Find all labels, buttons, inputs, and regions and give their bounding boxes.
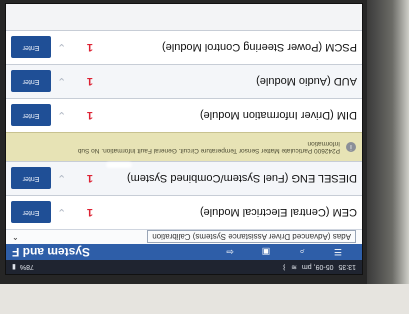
- calibration-row[interactable]: Adas (Advanced Driver Assistance Systems…: [6, 229, 362, 244]
- module-name: DIESEL ENG (Fuel System/Combined System): [126, 172, 357, 185]
- chevron-down-icon[interactable]: ⌄: [57, 172, 66, 185]
- chevron-down-icon[interactable]: ⌄: [57, 109, 66, 122]
- wifi-icon: ≋: [291, 263, 297, 270]
- time-text: 13:35: [338, 263, 356, 271]
- module-row[interactable]: DIESEL ENG (Fuel System/Combined System)…: [6, 161, 362, 195]
- module-name: PSCM (Power Steering Control Module): [161, 41, 357, 54]
- back-icon[interactable]: ⇦: [212, 246, 248, 258]
- chevron-up-icon[interactable]: ⌃: [12, 233, 19, 242]
- module-status: 1 ⌄: [57, 75, 93, 88]
- enter-button[interactable]: Enter: [11, 201, 51, 224]
- module-name: CEM (Central Electrical Module): [199, 206, 357, 219]
- status-bar: 13:35 05-09, pm ≋ ᛒ 78% ▮: [6, 260, 362, 274]
- module-row[interactable]: AUD (Audio Module) 1 ⌄ Enter: [6, 64, 362, 98]
- module-status: 1 ⌄: [57, 109, 93, 122]
- fault-text: P242600 Particulate Matter Sensor Temper…: [77, 147, 340, 154]
- search-icon[interactable]: ⌕: [284, 246, 320, 258]
- module-name: DIM (Driver Information Module): [199, 109, 357, 122]
- device-screen: 13:35 05-09, pm ≋ ᛒ 78% ▮ ☰ ⌕ ▣ ⇦ System…: [6, 4, 362, 274]
- battery-icon: ▮: [12, 263, 16, 270]
- module-row[interactable]: PSCM (Power Steering Control Module) 1 ⌄…: [6, 30, 362, 64]
- page-title: System and F: [12, 245, 91, 259]
- chevron-down-icon[interactable]: ⌄: [57, 41, 66, 54]
- fault-subtext: Information: [307, 140, 340, 147]
- menu-icon[interactable]: ☰: [320, 246, 356, 258]
- info-icon: i: [346, 142, 356, 152]
- enter-button[interactable]: Enter: [11, 36, 51, 59]
- calibration-label: Adas (Advanced Driver Assistance Systems…: [147, 230, 356, 244]
- toolbar: ☰ ⌕ ▣ ⇦ System and F: [6, 244, 362, 260]
- chevron-down-icon[interactable]: ⌄: [57, 75, 66, 88]
- date-text: 05-09, pm: [301, 263, 334, 271]
- enter-button[interactable]: Enter: [11, 70, 51, 93]
- module-row[interactable]: DIM (Driver Information Module) 1 ⌄ Ente…: [6, 98, 362, 132]
- enter-button[interactable]: Enter: [11, 104, 51, 127]
- module-status: 1 ⌄: [57, 41, 93, 54]
- module-row[interactable]: CEM (Central Electrical Module) 1 ⌄ Ente…: [6, 195, 362, 229]
- bluetooth-icon: ᛒ: [281, 263, 287, 271]
- module-status: 1 ⌄: [57, 206, 93, 219]
- chevron-down-icon[interactable]: ⌄: [57, 206, 66, 219]
- enter-button[interactable]: Enter: [11, 167, 51, 190]
- desk-surface: [0, 284, 409, 314]
- module-name: AUD (Audio Module): [256, 75, 357, 88]
- save-icon[interactable]: ▣: [248, 246, 284, 258]
- module-status: 1 ⌄: [57, 172, 93, 185]
- battery-text: 78%: [19, 263, 34, 271]
- bezel-edge: [367, 0, 409, 314]
- screen-glare: [106, 162, 132, 168]
- fault-banner: i P242600 Particulate Matter Sensor Temp…: [6, 132, 362, 161]
